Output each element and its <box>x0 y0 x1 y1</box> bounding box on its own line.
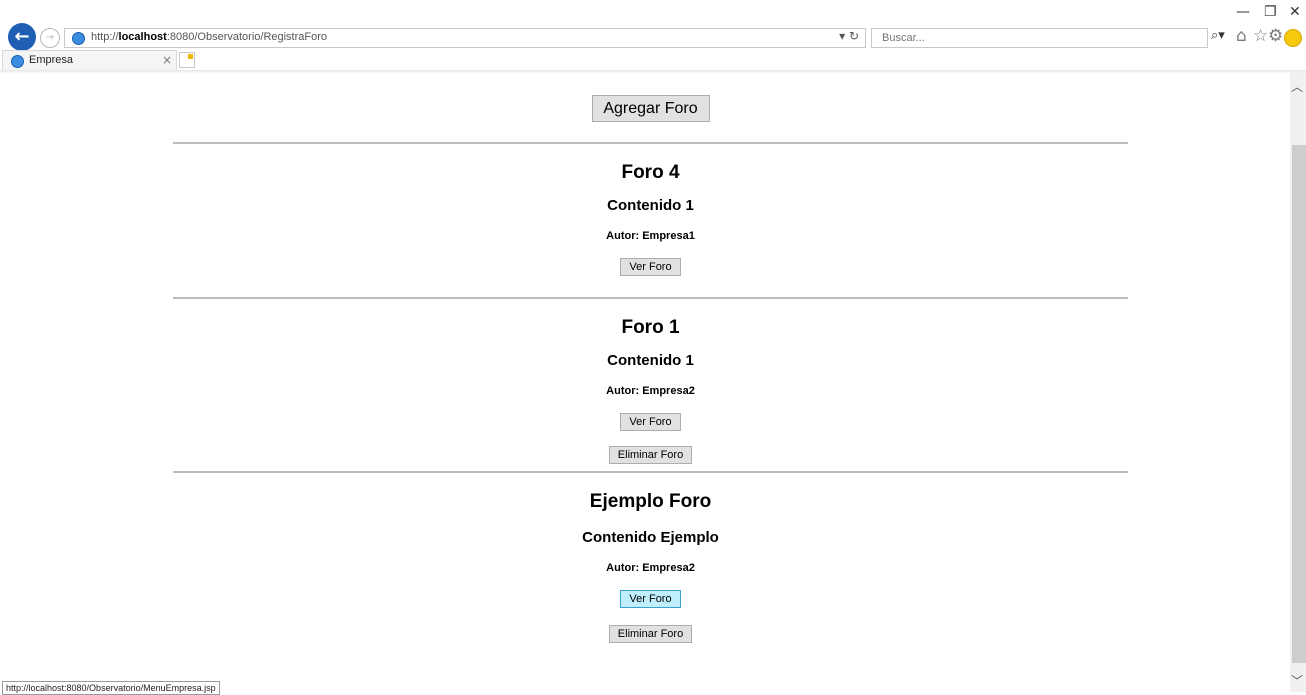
feedback-smiley-icon[interactable] <box>1284 29 1302 47</box>
browser-chrome: — ❐ ✕ ← → http://localhost:8080/Observat… <box>0 0 1306 74</box>
home-icon[interactable]: ⌂ <box>1236 26 1247 46</box>
forward-button[interactable]: → <box>40 28 60 48</box>
address-url[interactable]: http://localhost:8080/Observatorio/Regis… <box>91 31 327 43</box>
tab-favicon-icon <box>11 55 24 68</box>
divider <box>173 142 1128 144</box>
foro-item: Foro 4 Contenido 1 Autor: Empresa1 Ver F… <box>173 162 1128 297</box>
foro-author: Autor: Empresa1 <box>606 230 695 242</box>
address-bar[interactable]: http://localhost:8080/Observatorio/Regis… <box>64 28 866 48</box>
delete-foro-button[interactable]: Eliminar Foro <box>608 446 693 464</box>
foro-author: Autor: Empresa2 <box>606 562 695 574</box>
foro-content: Contenido Ejemplo <box>582 529 719 546</box>
back-arrow-icon: ← <box>14 26 30 47</box>
dropdown-icon[interactable]: ▾ <box>839 29 845 43</box>
foro-item: Foro 1 Contenido 1 Autor: Empresa2 Ver F… <box>173 317 1128 471</box>
search-input[interactable] <box>880 31 1134 45</box>
minimize-icon[interactable]: — <box>1236 4 1250 20</box>
foro-author: Autor: Empresa2 <box>606 385 695 397</box>
foro-item: Ejemplo Foro Contenido Ejemplo Autor: Em… <box>173 491 1128 643</box>
tab-title: Empresa <box>29 54 74 66</box>
delete-foro-button[interactable]: Eliminar Foro <box>608 625 693 643</box>
view-foro-button[interactable]: Ver Foro <box>620 258 681 276</box>
foro-content: Contenido 1 <box>607 352 694 369</box>
divider <box>173 471 1128 473</box>
view-foro-button[interactable]: Ver Foro <box>620 590 681 608</box>
foro-title: Ejemplo Foro <box>589 491 712 512</box>
forward-arrow-icon: → <box>45 32 55 43</box>
url-path: :8080/Observatorio/RegistraForo <box>166 31 328 43</box>
refresh-icon[interactable]: ↻ <box>849 29 859 43</box>
url-host: localhost <box>118 31 167 43</box>
scroll-up-icon[interactable]: ︿ <box>1291 78 1303 95</box>
view-foro-button[interactable]: Ver Foro <box>620 413 681 431</box>
restore-icon[interactable]: ❐ <box>1264 4 1277 20</box>
add-foro-button[interactable]: Agregar Foro <box>591 95 710 122</box>
settings-gear-icon[interactable]: ⚙ <box>1268 26 1283 46</box>
tab-empresa[interactable]: Empresa × <box>2 50 177 70</box>
foro-title: Foro 4 <box>621 162 680 183</box>
page-favicon-icon <box>72 32 85 45</box>
back-button[interactable]: ← <box>8 23 36 51</box>
scrollbar-thumb[interactable] <box>1292 145 1306 663</box>
url-prefix: http:// <box>91 31 119 43</box>
scroll-down-icon[interactable]: ﹀ <box>1291 672 1303 689</box>
tab-close-icon[interactable]: × <box>162 53 172 67</box>
new-tab-button[interactable] <box>179 52 195 68</box>
foro-title: Foro 1 <box>621 317 680 338</box>
page-content: Agregar Foro Foro 4 Contenido 1 Autor: E… <box>173 72 1128 643</box>
favorites-star-icon[interactable]: ☆ <box>1253 26 1268 46</box>
search-icon[interactable]: ⌕▾ <box>1211 28 1225 43</box>
close-window-icon[interactable]: ✕ <box>1289 4 1301 20</box>
foro-content: Contenido 1 <box>607 197 694 214</box>
search-box[interactable] <box>871 28 1208 48</box>
divider <box>173 297 1128 299</box>
status-url-tooltip: http://localhost:8080/Observatorio/MenuE… <box>2 681 220 695</box>
address-dropdown-refresh[interactable]: ▾ ↻ <box>839 29 859 43</box>
